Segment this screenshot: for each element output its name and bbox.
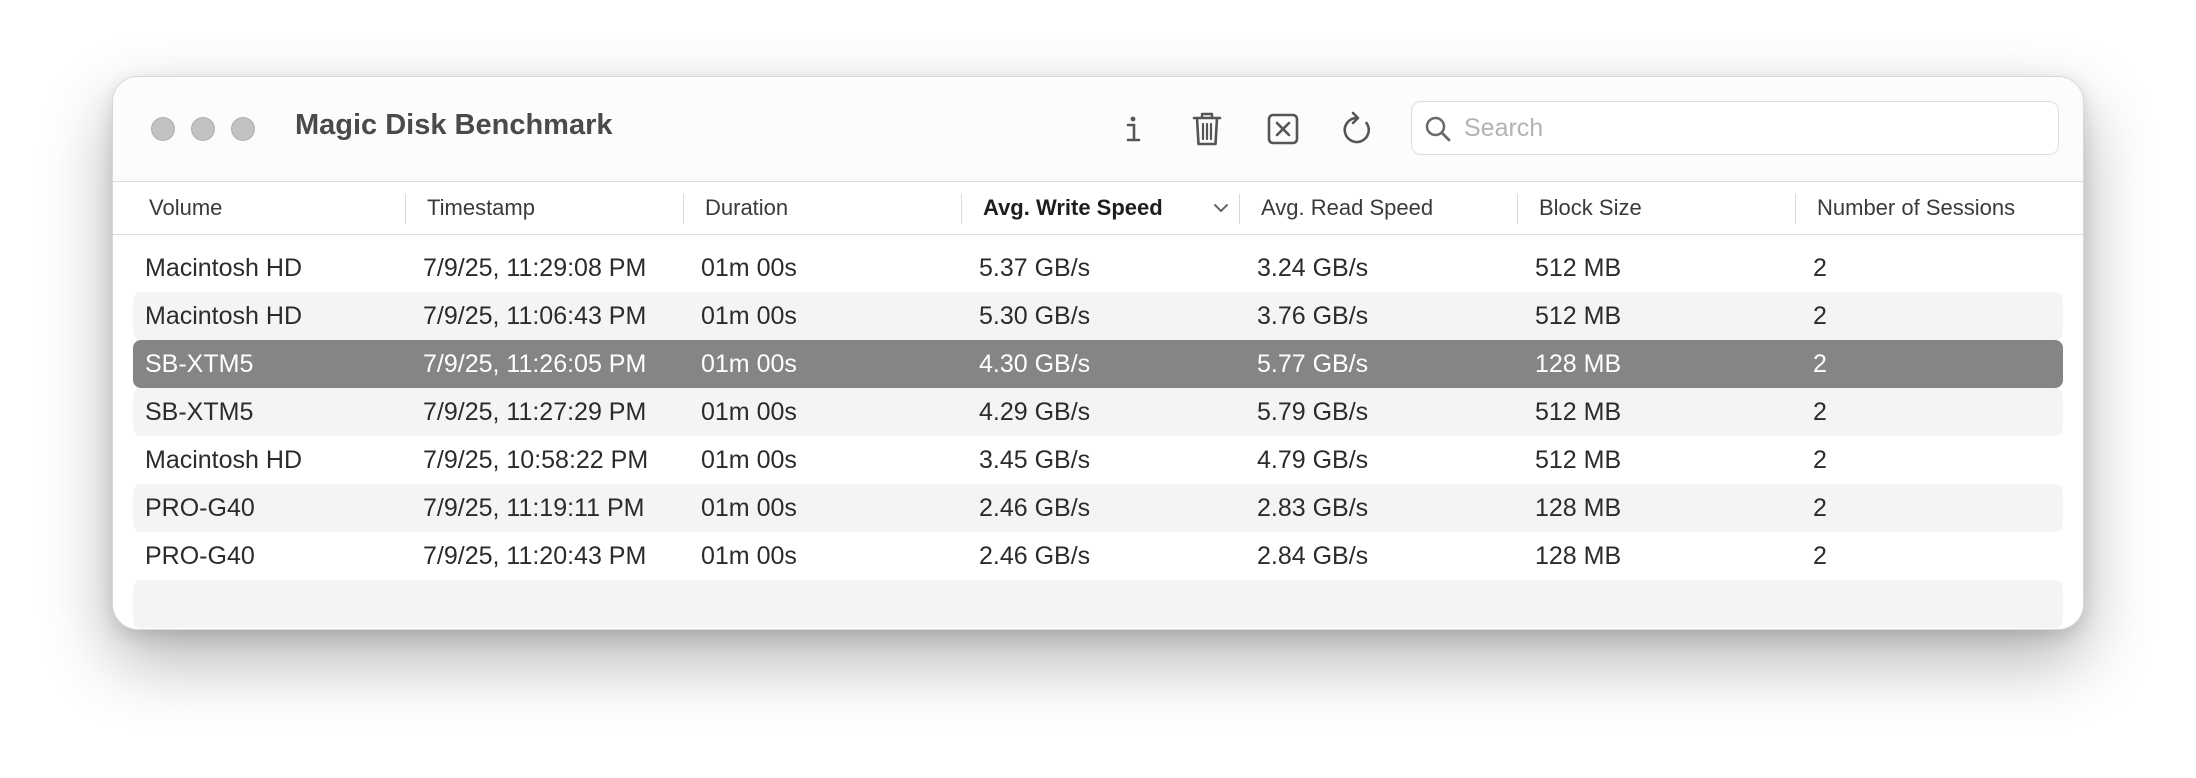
search-input[interactable] — [1464, 102, 2044, 154]
column-divider[interactable] — [405, 194, 406, 224]
refresh-button[interactable] — [1333, 105, 1381, 153]
window-title: Magic Disk Benchmark — [295, 109, 613, 141]
column-header-duration[interactable]: Duration — [705, 182, 788, 234]
column-divider[interactable] — [1239, 194, 1240, 224]
x-square-icon — [1267, 113, 1299, 145]
cell-sessions: 2 — [1813, 446, 1827, 474]
info-button[interactable] — [1109, 105, 1157, 153]
cell-block-size: 512 MB — [1535, 398, 1622, 426]
cell-sessions: 2 — [1813, 398, 1827, 426]
column-header-number-of-sessions[interactable]: Number of Sessions — [1817, 182, 2015, 234]
table-row[interactable]: SB-XTM5 7/9/25, 11:27:29 PM 01m 00s 4.29… — [133, 388, 2063, 436]
cell-block-size: 512 MB — [1535, 302, 1622, 330]
empty-row — [133, 580, 2063, 628]
cell-avg-read-speed: 5.79 GB/s — [1257, 398, 1369, 426]
cell-block-size: 512 MB — [1535, 254, 1622, 282]
cell-volume: Macintosh HD — [145, 302, 302, 330]
cell-duration: 01m 00s — [701, 350, 797, 378]
cell-avg-read-speed: 3.24 GB/s — [1257, 254, 1369, 282]
cell-volume: Macintosh HD — [145, 446, 302, 474]
cell-avg-write-speed: 2.46 GB/s — [979, 494, 1091, 522]
delete-button[interactable] — [1183, 105, 1231, 153]
cell-block-size: 512 MB — [1535, 446, 1622, 474]
cell-block-size: 128 MB — [1535, 494, 1622, 522]
search-icon — [1425, 116, 1451, 142]
cell-avg-read-speed: 5.77 GB/s — [1257, 350, 1369, 378]
app-window: Magic Disk Benchmark Search Volume Times… — [112, 76, 2084, 630]
cell-duration: 01m 00s — [701, 542, 797, 570]
cell-avg-write-speed: 4.30 GB/s — [979, 350, 1091, 378]
cell-duration: 01m 00s — [701, 398, 797, 426]
zoom-window-button[interactable] — [231, 117, 255, 141]
cell-avg-read-speed: 3.76 GB/s — [1257, 302, 1369, 330]
cell-sessions: 2 — [1813, 350, 1827, 378]
close-window-button[interactable] — [151, 117, 175, 141]
table-row-selected[interactable]: SB-XTM5 7/9/25, 11:26:05 PM 01m 00s 4.30… — [133, 340, 2063, 388]
minimize-window-button[interactable] — [191, 117, 215, 141]
cell-timestamp: 7/9/25, 10:58:22 PM — [423, 446, 649, 474]
table-row[interactable]: Macintosh HD 7/9/25, 11:06:43 PM 01m 00s… — [133, 292, 2063, 340]
column-divider[interactable] — [1517, 194, 1518, 224]
table-row[interactable]: Macintosh HD 7/9/25, 10:58:22 PM 01m 00s… — [133, 436, 2063, 484]
cell-avg-read-speed: 2.83 GB/s — [1257, 494, 1369, 522]
cell-sessions: 2 — [1813, 302, 1827, 330]
cell-timestamp: 7/9/25, 11:19:11 PM — [423, 494, 645, 522]
cell-timestamp: 7/9/25, 11:26:05 PM — [423, 350, 647, 378]
chevron-down-icon — [1214, 204, 1228, 212]
table-body: Macintosh HD 7/9/25, 11:29:08 PM 01m 00s… — [133, 244, 2063, 628]
cell-block-size: 128 MB — [1535, 350, 1622, 378]
cell-avg-write-speed: 2.46 GB/s — [979, 542, 1091, 570]
column-divider[interactable] — [1795, 194, 1796, 224]
table-header: Volume Timestamp Duration Avg. Write Spe… — [113, 182, 2083, 235]
cell-volume: Macintosh HD — [145, 254, 302, 282]
cell-sessions: 2 — [1813, 494, 1827, 522]
cell-block-size: 128 MB — [1535, 542, 1622, 570]
cell-timestamp: 7/9/25, 11:29:08 PM — [423, 254, 647, 282]
column-header-volume[interactable]: Volume — [149, 182, 222, 234]
cell-avg-read-speed: 4.79 GB/s — [1257, 446, 1369, 474]
table-row[interactable]: Macintosh HD 7/9/25, 11:29:08 PM 01m 00s… — [133, 244, 2063, 292]
cell-avg-write-speed: 5.30 GB/s — [979, 302, 1091, 330]
cell-volume: PRO-G40 — [145, 494, 255, 522]
column-header-avg-read-speed[interactable]: Avg. Read Speed — [1261, 182, 1433, 234]
column-divider[interactable] — [961, 194, 962, 224]
cell-duration: 01m 00s — [701, 302, 797, 330]
cell-avg-write-speed: 3.45 GB/s — [979, 446, 1091, 474]
cell-timestamp: 7/9/25, 11:06:43 PM — [423, 302, 647, 330]
cell-duration: 01m 00s — [701, 446, 797, 474]
column-header-timestamp[interactable]: Timestamp — [427, 182, 535, 234]
column-divider[interactable] — [683, 194, 684, 224]
cell-duration: 01m 00s — [701, 254, 797, 282]
titlebar: Magic Disk Benchmark — [113, 77, 2083, 182]
clear-button[interactable] — [1259, 105, 1307, 153]
table-row[interactable]: PRO-G40 7/9/25, 11:19:11 PM 01m 00s 2.46… — [133, 484, 2063, 532]
cell-volume: SB-XTM5 — [145, 350, 254, 378]
cell-sessions: 2 — [1813, 542, 1827, 570]
cell-avg-read-speed: 2.84 GB/s — [1257, 542, 1369, 570]
cell-avg-write-speed: 4.29 GB/s — [979, 398, 1091, 426]
cell-timestamp: 7/9/25, 11:27:29 PM — [423, 398, 647, 426]
cell-volume: PRO-G40 — [145, 542, 255, 570]
table-row[interactable]: PRO-G40 7/9/25, 11:20:43 PM 01m 00s 2.46… — [133, 532, 2063, 580]
cell-volume: SB-XTM5 — [145, 398, 254, 426]
cell-avg-write-speed: 5.37 GB/s — [979, 254, 1091, 282]
info-icon — [1126, 116, 1141, 142]
search-field[interactable] — [1411, 101, 2059, 155]
cell-duration: 01m 00s — [701, 494, 797, 522]
column-header-avg-write-speed[interactable]: Avg. Write Speed — [983, 182, 1163, 234]
trash-icon — [1192, 112, 1222, 146]
refresh-icon — [1343, 111, 1371, 144]
cell-sessions: 2 — [1813, 254, 1827, 282]
cell-timestamp: 7/9/25, 11:20:43 PM — [423, 542, 647, 570]
column-header-block-size[interactable]: Block Size — [1539, 182, 1642, 234]
